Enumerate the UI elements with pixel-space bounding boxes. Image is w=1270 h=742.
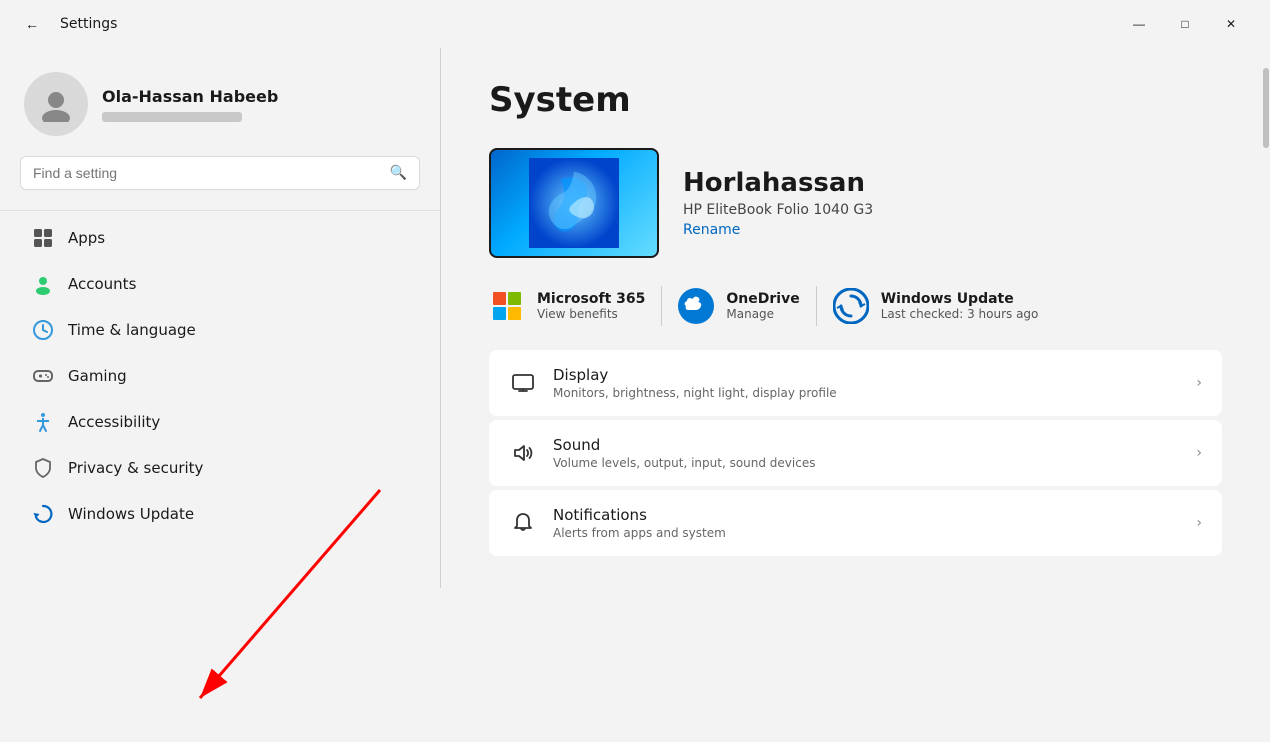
app-body: Ola-Hassan Habeeb 🔍 [0,48,1270,588]
display-icon [509,369,537,397]
time-icon [32,319,54,341]
sidebar-item-time[interactable]: Time & language [8,308,432,352]
service-onedrive[interactable]: OneDrive Manage [678,286,799,326]
sound-icon [509,439,537,467]
sidebar-item-accounts[interactable]: Accounts [8,262,432,306]
notifications-desc: Alerts from apps and system [553,526,726,540]
notifications-icon [509,509,537,537]
service-sep-1 [661,286,662,326]
user-sub-info [102,112,242,122]
search-box[interactable]: 🔍 [20,156,420,190]
notifications-title: Notifications [553,506,726,524]
display-title: Display [553,366,837,384]
ms365-text: Microsoft 365 View benefits [537,291,645,321]
apps-icon [32,227,54,249]
winupdate-service-icon [833,288,869,324]
privacy-icon [32,457,54,479]
winupdate-service-sub: Last checked: 3 hours ago [881,307,1039,321]
ms365-sub: View benefits [537,307,645,321]
device-model: HP EliteBook Folio 1040 G3 [683,202,873,218]
time-label: Time & language [68,321,196,339]
sidebar-item-privacy[interactable]: Privacy & security [8,446,432,490]
search-icon: 🔍 [390,165,407,181]
service-sep-2 [816,286,817,326]
device-name: Horlahassan [683,168,873,198]
display-desc: Monitors, brightness, night light, displ… [553,386,837,400]
device-card: Horlahassan HP EliteBook Folio 1040 G3 R… [489,148,1222,258]
settings-row-sound[interactable]: Sound Volume levels, output, input, soun… [489,420,1222,486]
sidebar-divider [0,210,440,211]
apps-label: Apps [68,229,105,247]
user-profile[interactable]: Ola-Hassan Habeeb [0,48,440,156]
winupdate-icon [32,503,54,525]
ms365-name: Microsoft 365 [537,291,645,307]
settings-row-display-left: Display Monitors, brightness, night ligh… [509,366,837,400]
accounts-icon [32,273,54,295]
accessibility-icon [32,411,54,433]
maximize-button[interactable]: □ [1162,8,1208,40]
winupdate-service-text: Windows Update Last checked: 3 hours ago [881,291,1039,321]
gaming-icon [32,365,54,387]
privacy-label: Privacy & security [68,459,203,477]
notifications-text: Notifications Alerts from apps and syste… [553,506,726,540]
onedrive-name: OneDrive [726,291,799,307]
sidebar-item-accessibility[interactable]: Accessibility [8,400,432,444]
user-name: Ola-Hassan Habeeb [102,87,278,106]
service-winupdate[interactable]: Windows Update Last checked: 3 hours ago [833,286,1039,326]
winupdate-label: Windows Update [68,505,194,523]
onedrive-icon [678,288,714,324]
display-text: Display Monitors, brightness, night ligh… [553,366,837,400]
page-title: System [489,80,1222,120]
title-bar: ← Settings — □ ✕ [0,0,1270,48]
winupdate-service-name: Windows Update [881,291,1039,307]
search-input[interactable] [33,165,382,181]
settings-row-notifications[interactable]: Notifications Alerts from apps and syste… [489,490,1222,556]
app-title: Settings [60,16,117,32]
display-chevron: › [1196,375,1202,391]
ms365-icon [489,288,525,324]
minimize-button[interactable]: — [1116,8,1162,40]
gaming-label: Gaming [68,367,127,385]
settings-row-display[interactable]: Display Monitors, brightness, night ligh… [489,350,1222,416]
avatar [24,72,88,136]
rename-link[interactable]: Rename [683,222,873,238]
main-content: System [441,48,1262,588]
sidebar-item-gaming[interactable]: Gaming [8,354,432,398]
settings-row-sound-left: Sound Volume levels, output, input, soun… [509,436,815,470]
back-button[interactable]: ← [16,8,48,40]
user-info: Ola-Hassan Habeeb [102,87,278,122]
settings-list: Display Monitors, brightness, night ligh… [489,350,1222,556]
accounts-label: Accounts [68,275,136,293]
sidebar: Ola-Hassan Habeeb 🔍 [0,48,440,588]
sound-chevron: › [1196,445,1202,461]
device-image [489,148,659,258]
notifications-chevron: › [1196,515,1202,531]
services-row: Microsoft 365 View benefits OneDrive [489,286,1222,326]
close-button[interactable]: ✕ [1208,8,1254,40]
sidebar-item-apps[interactable]: Apps [8,216,432,260]
sound-desc: Volume levels, output, input, sound devi… [553,456,815,470]
sound-text: Sound Volume levels, output, input, soun… [553,436,815,470]
device-info: Horlahassan HP EliteBook Folio 1040 G3 R… [683,168,873,238]
accessibility-label: Accessibility [68,413,160,431]
settings-row-notifications-left: Notifications Alerts from apps and syste… [509,506,726,540]
sidebar-item-winupdate[interactable]: Windows Update [8,492,432,536]
service-ms365[interactable]: Microsoft 365 View benefits [489,286,645,326]
sound-title: Sound [553,436,815,454]
onedrive-text: OneDrive Manage [726,291,799,321]
scrollbar[interactable] [1262,48,1270,588]
onedrive-sub: Manage [726,307,799,321]
window-controls: — □ ✕ [1116,8,1254,40]
